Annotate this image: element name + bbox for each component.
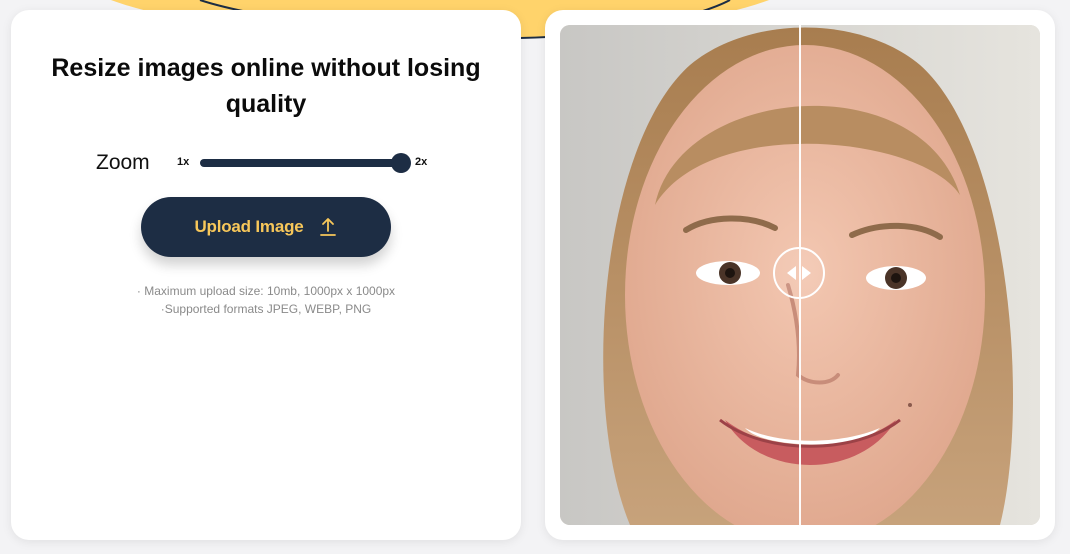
- supported-formats-note: ·Supported formats JPEG, WEBP, PNG: [160, 302, 372, 316]
- upload-arrow-icon: [319, 218, 336, 236]
- left-right-arrows-icon: [787, 266, 811, 280]
- comparison-handle[interactable]: [773, 247, 825, 299]
- zoom-slider-track[interactable]: [200, 159, 402, 167]
- zoom-slider-thumb[interactable]: [391, 153, 411, 173]
- zoom-min-label: 1x: [177, 156, 190, 168]
- before-after-portrait[interactable]: [560, 25, 1040, 525]
- upload-size-note: · Maximum upload size: 10mb, 1000px x 10…: [136, 284, 396, 298]
- zoom-label: Zoom: [96, 151, 150, 174]
- upload-button-label: Upload Image: [194, 217, 304, 236]
- resize-panel: Resize images online without losing qual…: [11, 10, 521, 540]
- comparison-panel: [545, 10, 1055, 540]
- zoom-max-label: 2x: [415, 156, 428, 168]
- upload-image-button[interactable]: Upload Image: [141, 197, 391, 257]
- page-title: Resize images online without losing qual…: [51, 54, 481, 118]
